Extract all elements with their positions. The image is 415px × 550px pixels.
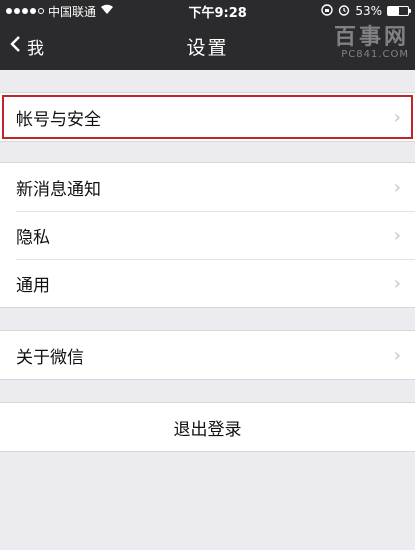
settings-item-account-security[interactable]: 帐号与安全 › <box>0 93 415 141</box>
about-group: 关于微信 › <box>0 330 415 380</box>
logout-group: 退出登录 <box>0 402 415 452</box>
chevron-left-icon <box>10 35 21 58</box>
settings-item-about[interactable]: 关于微信 › <box>0 331 415 379</box>
status-left: 中国联通 <box>6 3 114 20</box>
alarm-icon <box>338 4 350 19</box>
status-bar: 中国联通 下午9:28 53% <box>0 0 415 22</box>
account-group: 帐号与安全 › <box>0 92 415 142</box>
settings-item-label: 关于微信 <box>16 347 84 368</box>
settings-item-label: 新消息通知 <box>16 179 101 200</box>
settings-item-notifications[interactable]: 新消息通知 › <box>0 163 415 211</box>
settings-item-label: 通用 <box>16 275 50 296</box>
back-label: 我 <box>27 38 44 59</box>
battery-percent: 53% <box>355 4 382 18</box>
chevron-right-icon: › <box>393 344 401 366</box>
chevron-right-icon: › <box>393 106 401 128</box>
general-group: 新消息通知 › 隐私 › 通用 › <box>0 162 415 308</box>
logout-button[interactable]: 退出登录 <box>0 403 415 451</box>
status-right: 53% <box>321 3 411 19</box>
wifi-icon <box>100 4 114 18</box>
watermark-sub: PC841.COM <box>341 49 409 60</box>
page-title: 设置 <box>186 36 229 59</box>
chevron-right-icon: › <box>393 272 401 294</box>
nav-bar: 我 设置 百事网 PC841.COM <box>0 22 415 70</box>
back-button[interactable]: 我 <box>10 22 44 70</box>
chevron-right-icon: › <box>393 176 401 198</box>
chevron-right-icon: › <box>393 224 401 246</box>
battery-icon <box>387 6 411 16</box>
signal-icon <box>6 8 44 14</box>
rotation-lock-icon <box>321 3 334 19</box>
settings-item-label: 隐私 <box>16 227 50 248</box>
watermark-main: 百事网 <box>333 24 409 50</box>
carrier-name: 中国联通 <box>48 4 97 19</box>
watermark: 百事网 PC841.COM <box>334 26 409 60</box>
settings-item-privacy[interactable]: 隐私 › <box>0 211 415 259</box>
settings-item-label: 帐号与安全 <box>16 109 101 130</box>
settings-item-general[interactable]: 通用 › <box>0 259 415 307</box>
status-time: 下午9:28 <box>188 5 247 21</box>
